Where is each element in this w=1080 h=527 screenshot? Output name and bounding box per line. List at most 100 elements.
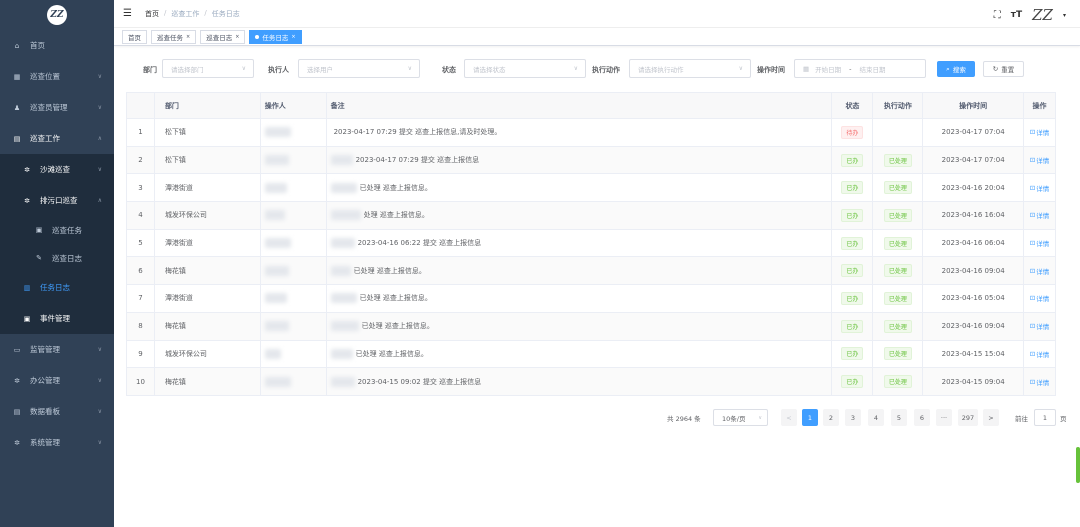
- sidebar-item-location[interactable]: ▦ 巡查位置 ∨: [0, 61, 114, 92]
- status-select[interactable]: 请选择状态 ∨: [464, 59, 586, 78]
- redacted-operator: [264, 293, 287, 304]
- reset-button[interactable]: ↻ 重置: [983, 61, 1024, 77]
- row-note: 已处理 巡查上报信息。: [327, 257, 833, 285]
- detail-link[interactable]: ⊡ 详情: [1030, 238, 1049, 248]
- row-operator: [261, 285, 327, 312]
- goto-page-input[interactable]: 1: [1034, 409, 1056, 426]
- sidebar-item-supervision[interactable]: ▭ 监管管理 ∨: [0, 334, 114, 365]
- home-icon: ⌂: [14, 41, 20, 50]
- sidebar-item-beach-inspection[interactable]: ✲ 沙滩巡查 ∨: [0, 154, 114, 185]
- header-index: [127, 93, 155, 118]
- page-size-select[interactable]: 10条/页 ∨: [713, 409, 768, 426]
- sidebar-item-label: 沙滩巡查: [40, 165, 70, 174]
- redacted-text: [330, 155, 353, 166]
- tags-view: 首页 巡查任务 × 巡查日志 × 任务日志 ×: [114, 28, 1080, 46]
- action-badge: 已处理: [883, 319, 912, 333]
- goto-unit: 页: [1060, 415, 1067, 423]
- dept-select[interactable]: 请选择部门 ∨: [162, 59, 254, 78]
- font-size-icon[interactable]: тT: [1011, 10, 1022, 20]
- tag-inspection-task[interactable]: 巡查任务 ×: [151, 29, 197, 44]
- detail-link[interactable]: ⊡ 详情: [1030, 349, 1049, 359]
- page-button[interactable]: 3: [845, 409, 861, 426]
- sidebar-item-inspection-work[interactable]: ▤ 巡查工作 ∧: [0, 123, 114, 154]
- row-action: 已处理: [873, 285, 924, 312]
- note-text: 已处理 巡查上报信息。: [355, 349, 428, 358]
- detail-link[interactable]: ⊡ 详情: [1030, 321, 1049, 331]
- sidebar-item-inspection-task[interactable]: ▣ 巡查任务: [0, 216, 114, 244]
- note-text: 已处理 巡查上报信息。: [359, 183, 432, 192]
- close-icon[interactable]: ×: [291, 34, 295, 40]
- sidebar-item-dashboard[interactable]: ▤ 数据看板 ∨: [0, 396, 114, 427]
- header-action: 执行动作: [873, 93, 924, 118]
- next-page-button[interactable]: >: [983, 409, 999, 426]
- detail-link[interactable]: ⊡ 详情: [1030, 155, 1049, 165]
- detail-link[interactable]: ⊡ 详情: [1030, 377, 1049, 387]
- date-range-picker[interactable]: ▦ 开始日期 - 结束日期: [794, 59, 926, 78]
- sidebar-item-home[interactable]: ⌂ 首页: [0, 30, 114, 61]
- sidebar-item-outfall-inspection[interactable]: ✲ 排污口巡查 ∧: [0, 185, 114, 216]
- scrollbar-handle[interactable]: [1076, 447, 1080, 483]
- close-icon[interactable]: ×: [186, 34, 190, 40]
- action-placeholder: 请选择执行动作: [638, 65, 684, 74]
- search-button[interactable]: ⌕ 搜索: [937, 61, 975, 77]
- detail-link[interactable]: ⊡ 详情: [1030, 127, 1049, 137]
- row-status: 已办: [832, 229, 874, 257]
- row-time: 2023-04-15 09:04: [923, 368, 1025, 395]
- page-button[interactable]: 1: [802, 409, 818, 426]
- redacted-text: [330, 265, 351, 276]
- sidebar-item-label: 巡查员管理: [30, 103, 68, 112]
- sidebar-item-inspection-log[interactable]: ✎ 巡查日志: [0, 244, 114, 272]
- row-time: 2023-04-16 09:04: [923, 312, 1025, 340]
- page-button[interactable]: 5: [891, 409, 907, 426]
- tag-task-log[interactable]: 任务日志 ×: [249, 29, 302, 44]
- detail-link[interactable]: ⊡ 详情: [1030, 293, 1049, 303]
- note-text: 已处理 巡查上报信息。: [359, 294, 432, 303]
- status-badge: 已办: [841, 375, 864, 389]
- refresh-icon: ↻: [992, 65, 999, 73]
- page-button[interactable]: 2: [823, 409, 839, 426]
- status-label: 状态: [442, 66, 456, 74]
- user-avatar[interactable]: ZZ: [1032, 6, 1053, 24]
- fullscreen-icon[interactable]: ⛶: [994, 10, 1001, 21]
- row-action: 已处理: [873, 202, 924, 229]
- prev-page-button[interactable]: <: [781, 409, 797, 426]
- row-time: 2023-04-16 06:04: [923, 229, 1025, 257]
- monitor-icon: ▭: [13, 345, 21, 354]
- page-button[interactable]: 4: [868, 409, 884, 426]
- sidebar-item-label: 排污口巡查: [40, 196, 78, 205]
- page-button[interactable]: 297: [958, 409, 978, 426]
- row-dept: 梅花镇: [155, 312, 261, 340]
- close-icon[interactable]: ×: [235, 34, 239, 40]
- executor-select[interactable]: 选择用户 ∨: [298, 59, 420, 78]
- search-icon: ⌕: [946, 64, 950, 73]
- sidebar-item-system[interactable]: ✲ 系统管理 ∨: [0, 427, 114, 458]
- page-button[interactable]: 6: [914, 409, 930, 426]
- row-dept: 潭港街道: [155, 174, 261, 202]
- row-operation: ⊡ 详情: [1024, 119, 1055, 146]
- hamburger-icon[interactable]: ☰: [123, 8, 135, 19]
- row-note: 2023-04-17 07:29 提交 巡查上报信息: [327, 146, 833, 174]
- detail-link[interactable]: ⊡ 详情: [1030, 210, 1049, 220]
- tag-home[interactable]: 首页: [122, 29, 147, 44]
- sidebar-item-event-management[interactable]: ▣ 事件管理: [0, 303, 114, 334]
- detail-icon: ⊡: [1029, 128, 1036, 137]
- row-operator: [261, 119, 327, 146]
- caret-down-icon[interactable]: ▾: [1063, 12, 1066, 19]
- row-status: 已办: [832, 146, 874, 174]
- redacted-text: [330, 321, 359, 332]
- table-row: 6 梅花镇 已处理 巡查上报信息。 已办 已处理 2023-04-16 09:04 ⊡ 详情: [127, 257, 1055, 286]
- detail-link[interactable]: ⊡ 详情: [1030, 183, 1049, 193]
- row-action: [873, 119, 924, 146]
- sidebar-item-inspectors[interactable]: ♟ 巡查员管理 ∨: [0, 92, 114, 123]
- sidebar-item-office[interactable]: ✲ 办公管理 ∨: [0, 365, 114, 396]
- sidebar-item-task-log[interactable]: ▥ 任务日志: [0, 272, 114, 303]
- tag-inspection-log[interactable]: 巡查日志 ×: [200, 29, 246, 44]
- sidebar-logo[interactable]: ZZ: [0, 0, 114, 30]
- action-select[interactable]: 请选择执行动作 ∨: [629, 59, 751, 78]
- more-pages-button[interactable]: ···: [936, 409, 952, 426]
- redacted-operator: [264, 182, 287, 193]
- detail-link[interactable]: ⊡ 详情: [1030, 266, 1049, 276]
- row-index: 10: [127, 368, 155, 395]
- detail-label: 详情: [1036, 129, 1050, 138]
- breadcrumb-item[interactable]: 首页: [145, 9, 159, 19]
